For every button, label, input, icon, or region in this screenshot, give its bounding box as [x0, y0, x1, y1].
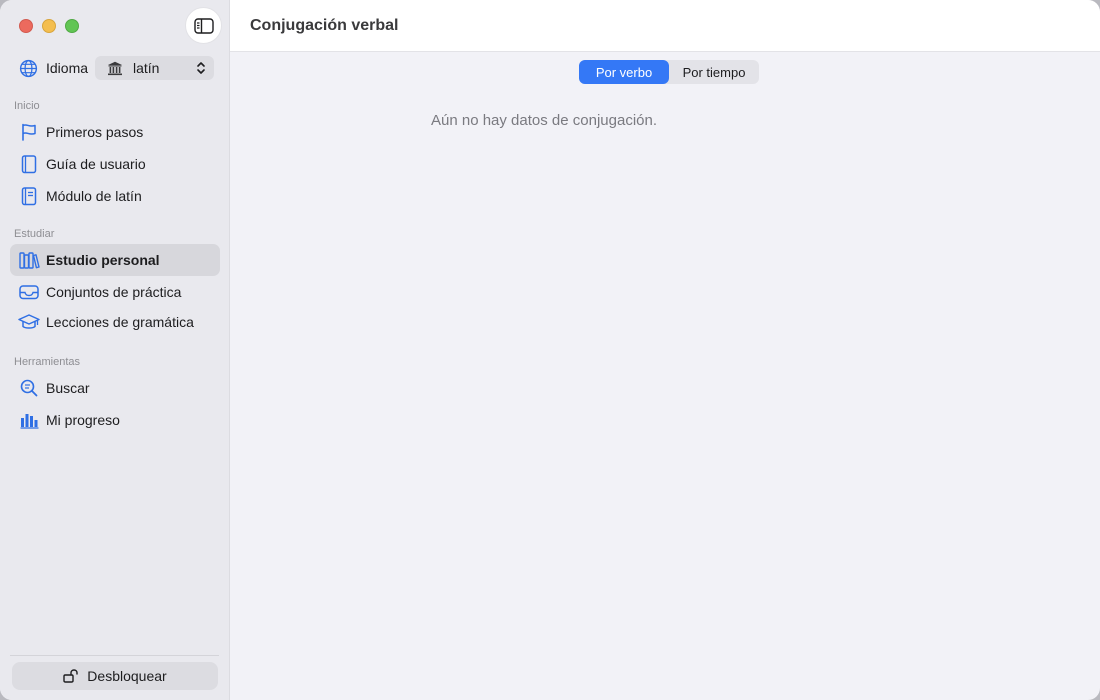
- unlock-button[interactable]: Desbloquear: [12, 662, 218, 690]
- zoom-window-button[interactable]: [65, 19, 79, 33]
- sidebar-item-label: Módulo de latín: [46, 188, 142, 204]
- book-icon: [18, 153, 40, 175]
- up-down-chevron-icon: [196, 61, 206, 78]
- sidebar-item-estudio-personal[interactable]: Estudio personal: [10, 244, 220, 276]
- view-mode-segmented-control: Por verbo Por tiempo: [579, 60, 759, 84]
- graduation-cap-icon: [18, 311, 40, 333]
- empty-state-message: Aún no hay datos de conjugación.: [431, 112, 658, 129]
- unlock-button-label: Desbloquear: [87, 668, 167, 684]
- window-controls: [19, 19, 79, 33]
- globe-icon: [18, 58, 38, 78]
- sidebar-item-modulo-de-latin[interactable]: Módulo de latín: [10, 180, 220, 212]
- sidebar-item-label: Conjuntos de práctica: [46, 284, 182, 300]
- section-title-inicio: Inicio: [14, 100, 40, 112]
- page-title: Conjugación verbal: [250, 17, 399, 34]
- language-select[interactable]: latín: [95, 56, 214, 80]
- language-select-value: latín: [133, 60, 160, 76]
- sidebar: Idioma latín Inicio Primeros pasos Guía …: [0, 0, 230, 700]
- language-row: Idioma latín: [18, 56, 214, 80]
- tray-icon: [18, 281, 40, 303]
- section-title-herramientas: Herramientas: [14, 356, 81, 368]
- app-window: Idioma latín Inicio Primeros pasos Guía …: [0, 0, 1100, 700]
- toolbar: Conjugación verbal: [230, 0, 1100, 52]
- sidebar-item-guia-de-usuario[interactable]: Guía de usuario: [10, 148, 220, 180]
- sidebar-item-label: Primeros pasos: [46, 124, 144, 140]
- sidebar-item-label: Guía de usuario: [46, 156, 146, 172]
- section-title-estudiar: Estudiar: [14, 228, 55, 240]
- segment-por-tiempo[interactable]: Por tiempo: [669, 60, 759, 84]
- book-module-icon: [18, 185, 40, 207]
- sidebar-item-label: Mi progreso: [46, 412, 120, 428]
- search-icon: [18, 377, 40, 399]
- sidebar-item-label: Estudio personal: [46, 252, 160, 268]
- minimize-window-button[interactable]: [42, 19, 56, 33]
- sidebar-item-lecciones-de-gramatica[interactable]: Lecciones de gramática: [10, 306, 220, 338]
- sidebar-item-label: Lecciones de gramática: [46, 314, 194, 330]
- sidebar-item-buscar[interactable]: Buscar: [10, 372, 220, 404]
- segment-por-verbo[interactable]: Por verbo: [579, 60, 669, 84]
- sidebar-item-label: Buscar: [46, 380, 90, 396]
- classical-building-icon: [107, 61, 123, 76]
- sidebar-item-mi-progreso[interactable]: Mi progreso: [10, 404, 220, 436]
- main-content: Conjugación verbal Por verbo Por tiempo …: [230, 0, 1100, 700]
- close-window-button[interactable]: [19, 19, 33, 33]
- chart-bars-icon: [18, 409, 40, 431]
- sidebar-toggle-button[interactable]: [185, 7, 222, 44]
- sidebar-toggle-icon: [193, 17, 214, 34]
- flag-icon: [18, 121, 40, 143]
- sidebar-item-conjuntos-de-practica[interactable]: Conjuntos de práctica: [10, 276, 220, 308]
- unlock-icon: [63, 669, 79, 683]
- sidebar-item-primeros-pasos[interactable]: Primeros pasos: [10, 116, 220, 148]
- sidebar-divider: [10, 655, 219, 656]
- books-icon: [18, 249, 40, 271]
- language-label: Idioma: [46, 60, 89, 76]
